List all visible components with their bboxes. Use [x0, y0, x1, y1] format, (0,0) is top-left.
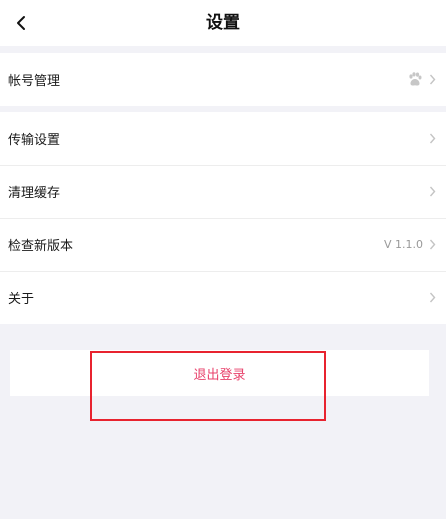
- logout-label: 退出登录: [193, 367, 246, 383]
- chevron-right-icon: [429, 74, 436, 85]
- transfer-settings-row[interactable]: 传输设置: [0, 112, 446, 165]
- transfer-settings-label: 传输设置: [8, 133, 61, 148]
- check-update-label: 检查新版本: [8, 239, 74, 254]
- chevron-right-icon: [429, 133, 436, 144]
- general-settings-section: 传输设置 清理缓存 检查新版本 V 1.1.0 关于: [0, 112, 446, 324]
- clear-cache-label: 清理缓存: [8, 186, 61, 201]
- chevron-right-icon: [429, 239, 436, 250]
- page-title: 设置: [206, 13, 240, 33]
- account-section: 帐号管理: [0, 53, 446, 106]
- top-navigation-bar: 设置: [0, 0, 446, 46]
- about-label: 关于: [8, 292, 35, 307]
- check-update-row[interactable]: 检查新版本 V 1.1.0: [0, 218, 446, 271]
- account-management-label: 帐号管理: [8, 74, 61, 89]
- about-row[interactable]: 关于: [0, 271, 446, 324]
- account-management-row[interactable]: 帐号管理: [0, 53, 446, 106]
- version-value: V 1.1.0: [383, 238, 423, 251]
- clear-cache-row[interactable]: 清理缓存: [0, 165, 446, 218]
- paw-icon: [407, 72, 423, 87]
- logout-button[interactable]: 退出登录: [10, 350, 429, 396]
- chevron-right-icon: [429, 186, 436, 197]
- chevron-right-icon: [429, 292, 436, 303]
